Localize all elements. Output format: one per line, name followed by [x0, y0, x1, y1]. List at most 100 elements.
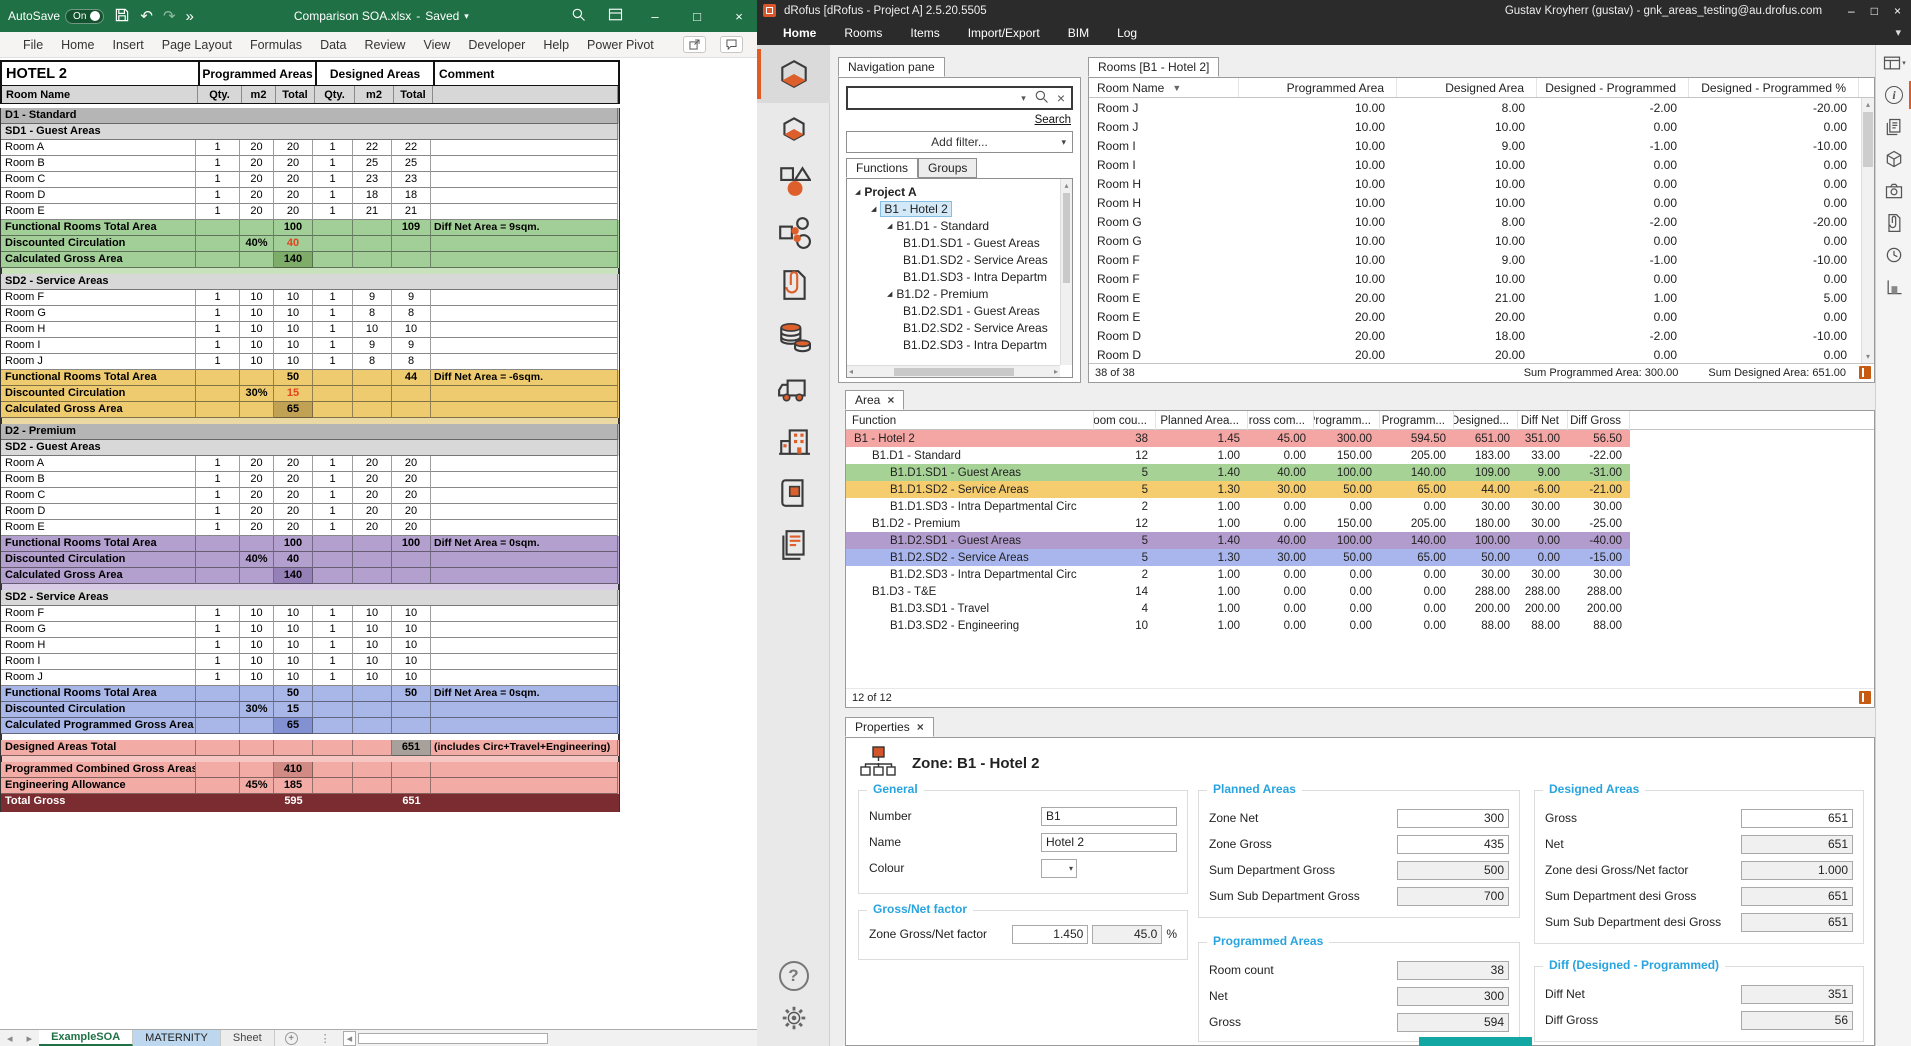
area-table-row[interactable]: B1 - Hotel 2381.4545.00300.00594.50651.0… — [846, 430, 1630, 447]
rooms-cell[interactable]: 0.00 — [1537, 155, 1689, 174]
excel-cell[interactable] — [196, 236, 240, 252]
excel-cell[interactable]: 1 — [196, 204, 240, 220]
excel-menu-item[interactable]: Review — [355, 38, 414, 52]
excel-cell[interactable]: Room H — [1, 638, 196, 654]
area-col-room-count[interactable]: Room cou... — [1094, 411, 1156, 430]
drofus-menu-item[interactable]: Home — [769, 26, 830, 40]
excel-cell[interactable] — [313, 252, 353, 268]
excel-menu-item[interactable]: File — [14, 38, 52, 52]
area-cell[interactable]: 0.00 — [1314, 583, 1380, 600]
excel-cell[interactable]: 10 — [240, 670, 274, 686]
excel-cell[interactable]: 10 — [392, 606, 431, 622]
area-cell[interactable]: 0.00 — [1380, 498, 1454, 515]
excel-cell[interactable]: 140 — [274, 568, 313, 584]
excel-cell[interactable]: 1 — [313, 172, 353, 188]
excel-cell[interactable] — [196, 762, 240, 778]
excel-row[interactable]: Calculated Gross Area140 — [1, 568, 619, 584]
area-table-row[interactable]: B1.D1.SD1 - Guest Areas51.4040.00100.001… — [846, 464, 1630, 481]
excel-cell[interactable]: Room I — [1, 338, 196, 354]
rooms-cell[interactable]: 10.00 — [1397, 231, 1537, 250]
area-cell[interactable]: 651.00 — [1454, 430, 1518, 447]
info-panel-icon[interactable]: i — [1876, 81, 1911, 109]
excel-cell[interactable]: 65 — [274, 402, 313, 418]
excel-comment-cell[interactable] — [431, 252, 618, 268]
area-cell[interactable]: 30.00 — [1454, 498, 1518, 515]
area-cell[interactable]: 0.00 — [1248, 566, 1314, 583]
tree-item[interactable]: B1.D2.SD2 - Service Areas — [847, 319, 1072, 336]
rooms-cell[interactable]: 0.00 — [1689, 345, 1859, 364]
grossnet-factor-field[interactable]: 1.450 — [1012, 925, 1088, 944]
area-cell[interactable]: -22.00 — [1568, 447, 1630, 464]
rooms-cell[interactable]: Room I — [1089, 136, 1239, 155]
area-cell[interactable]: 40.00 — [1248, 464, 1314, 481]
rooms-cell[interactable]: 5.00 — [1689, 288, 1859, 307]
excel-cell[interactable] — [313, 552, 353, 568]
tree-item-label[interactable]: B1.D1 - Standard — [896, 219, 989, 233]
excel-cell[interactable]: 20 — [353, 456, 392, 472]
excel-row[interactable]: Room B1202012525 — [1, 156, 619, 172]
excel-cell[interactable]: 1 — [313, 654, 353, 670]
excel-cell[interactable] — [353, 778, 392, 794]
excel-cell[interactable]: 595 — [274, 794, 313, 812]
excel-cell[interactable]: 1 — [196, 472, 240, 488]
comment-header[interactable]: Comment — [433, 62, 620, 85]
excel-row[interactable]: Room B1202012020 — [1, 472, 619, 488]
excel-cell[interactable]: 1 — [313, 156, 353, 172]
excel-cell[interactable]: Programmed Combined Gross Areas — [1, 762, 196, 778]
drofus-close-button[interactable]: × — [1894, 4, 1901, 18]
excel-cell[interactable]: 22 — [353, 140, 392, 156]
rooms-table-row[interactable]: Room I10.009.00-1.00-10.00 — [1089, 136, 1874, 155]
excel-comment-cell[interactable] — [431, 762, 618, 778]
area-cell[interactable]: 0.00 — [1380, 583, 1454, 600]
area-cell[interactable]: 30.00 — [1248, 549, 1314, 566]
excel-cell[interactable]: 185 — [274, 778, 313, 794]
excel-cell[interactable]: 8 — [353, 354, 392, 370]
area-cell[interactable]: 0.00 — [1380, 566, 1454, 583]
excel-cell[interactable]: Calculated Programmed Gross Area — [1, 718, 196, 734]
save-icon[interactable] — [114, 7, 130, 26]
excel-cell[interactable] — [353, 740, 392, 756]
tree-item-label[interactable]: B1.D1.SD1 - Guest Areas — [903, 236, 1040, 250]
more-commands-button[interactable]: » — [186, 8, 194, 25]
excel-cell[interactable]: 1 — [196, 338, 240, 354]
excel-comment-cell[interactable] — [431, 670, 618, 686]
tab-navigation-pane[interactable]: Navigation pane — [838, 57, 945, 77]
excel-cell[interactable]: Discounted Circulation — [1, 552, 196, 568]
excel-cell[interactable]: 1 — [313, 504, 353, 520]
rooms-cell[interactable]: 20.00 — [1397, 345, 1537, 364]
sheet-tab-sheet[interactable]: Sheet — [221, 1030, 275, 1046]
excel-cell[interactable]: Calculated Gross Area — [1, 252, 196, 268]
excel-cell[interactable]: 45% — [240, 778, 274, 794]
area-col-programmed-gross[interactable]: Programm... — [1380, 411, 1454, 430]
rooms-cell[interactable]: Room J — [1089, 117, 1239, 136]
rooms-cell[interactable]: Room D — [1089, 345, 1239, 364]
area-function-cell[interactable]: B1.D1.SD3 - Intra Departmental Circ — [846, 498, 1094, 515]
excel-comment-cell[interactable] — [431, 638, 618, 654]
rooms-col-designed-programmed[interactable]: Designed - Programmed — [1537, 78, 1689, 97]
excel-cell[interactable] — [313, 794, 353, 812]
excel-cell[interactable] — [313, 702, 353, 718]
rooms-cell[interactable]: 10.00 — [1239, 231, 1397, 250]
excel-cell[interactable]: 18 — [353, 188, 392, 204]
tree-expander-icon[interactable]: ◢ — [887, 222, 892, 230]
excel-cell[interactable]: 10 — [240, 338, 274, 354]
excel-cell[interactable] — [196, 536, 240, 552]
rooms-table-row[interactable]: Room F10.0010.000.000.00 — [1089, 269, 1874, 288]
excel-cell[interactable]: 40% — [240, 236, 274, 252]
area-cell[interactable]: 30.00 — [1518, 515, 1568, 532]
excel-cell[interactable] — [353, 402, 392, 418]
excel-cell[interactable]: 1 — [196, 520, 240, 536]
rooms-cell[interactable]: -2.00 — [1537, 326, 1689, 345]
excel-cell[interactable]: 651 — [392, 740, 431, 756]
name-field[interactable]: Hotel 2 — [1041, 833, 1177, 852]
excel-cell[interactable] — [313, 568, 353, 584]
excel-row[interactable]: Room I1101011010 — [1, 654, 619, 670]
excel-row[interactable]: SD2 - Service Areas — [1, 590, 619, 606]
excel-cell[interactable] — [240, 370, 274, 386]
excel-cell[interactable]: 1 — [196, 156, 240, 172]
area-cell[interactable]: 44.00 — [1454, 481, 1518, 498]
excel-row[interactable]: Room C1202012020 — [1, 488, 619, 504]
share-icon[interactable] — [683, 36, 706, 53]
area-table-row[interactable]: B1.D3 - T&E141.000.000.000.00288.00288.0… — [846, 583, 1630, 600]
rooms-cell[interactable]: 0.00 — [1537, 117, 1689, 136]
